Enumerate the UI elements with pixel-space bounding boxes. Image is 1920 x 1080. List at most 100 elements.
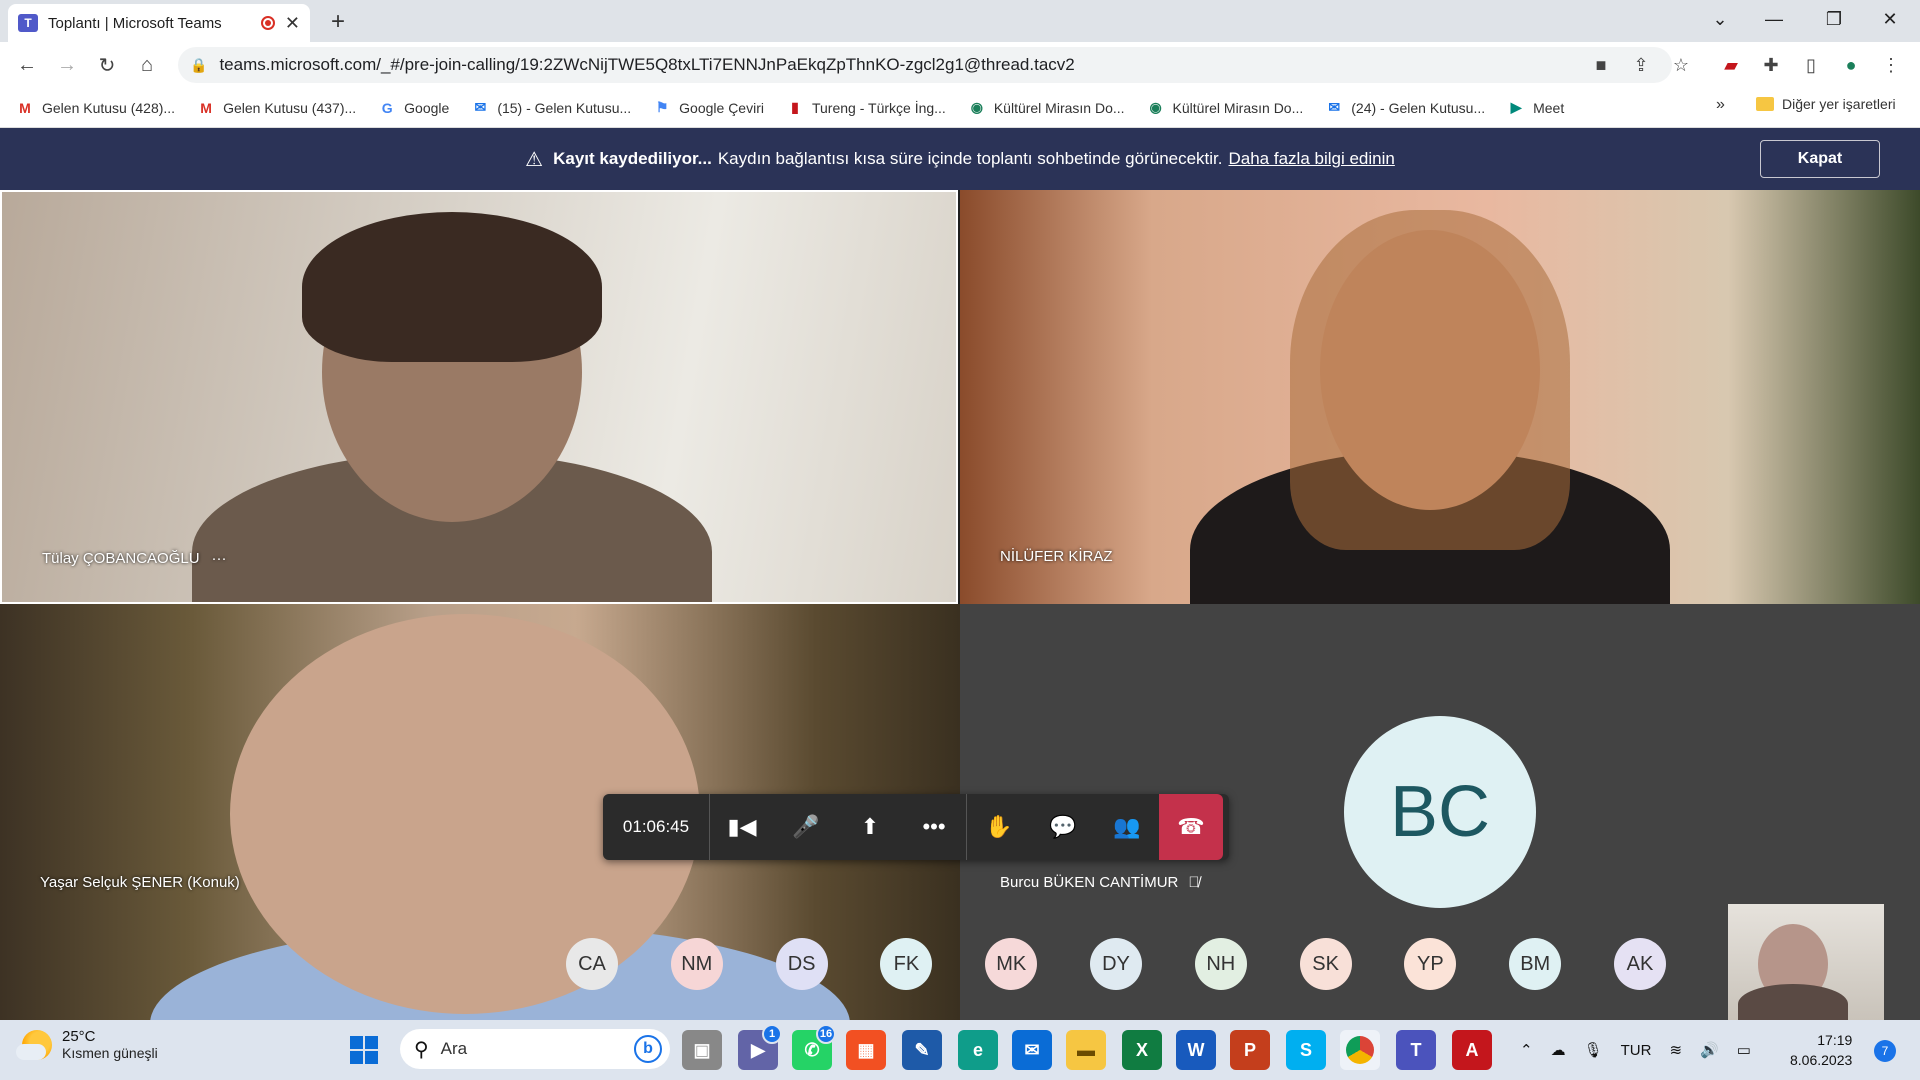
- profile-icon[interactable]: ●: [1836, 50, 1866, 80]
- share-screen-button[interactable]: ⬆: [838, 794, 902, 860]
- camera-button[interactable]: ▮◀: [710, 794, 774, 860]
- forward-icon[interactable]: →: [52, 50, 82, 80]
- tab-search-icon[interactable]: ⌄: [1692, 0, 1748, 38]
- powerpoint-icon[interactable]: P: [1230, 1030, 1270, 1070]
- acrobat-icon[interactable]: A: [1452, 1030, 1492, 1070]
- microsoft-store-icon[interactable]: ▦: [846, 1030, 886, 1070]
- back-icon[interactable]: ←: [12, 50, 42, 80]
- video-tile-nilufer[interactable]: NİLÜFER KİRAZ: [960, 190, 1920, 604]
- leave-call-button[interactable]: ☎: [1159, 794, 1223, 860]
- teams-icon[interactable]: T: [1396, 1030, 1436, 1070]
- clock[interactable]: 17:19 8.06.2023: [1790, 1030, 1852, 1070]
- participants-button[interactable]: 👥: [1095, 794, 1159, 860]
- teams-icon: T: [18, 14, 38, 32]
- participant-name: Burcu BÜKEN CANTİMUR: [1000, 874, 1179, 891]
- wifi-icon[interactable]: ≋: [1669, 1041, 1682, 1059]
- camera-icon[interactable]: ■: [1586, 50, 1616, 80]
- other-bookmarks-folder[interactable]: Diğer yer işaretleri: [1756, 96, 1896, 112]
- extensions-icon[interactable]: ✚: [1756, 50, 1786, 80]
- bookmark-item[interactable]: ✉ (15) - Gelen Kutusu...: [471, 99, 631, 116]
- task-view-icon[interactable]: ▣: [682, 1030, 722, 1070]
- menu-icon[interactable]: ⋮: [1876, 50, 1906, 80]
- bookmark-item[interactable]: M Gelen Kutusu (437)...: [197, 100, 356, 116]
- meeting-controls: 01:06:45 ▮◀ 🎤 ⬆ ••• ✋ 💬 👥 ☎: [603, 794, 1229, 860]
- acrobat-extension-icon[interactable]: ▰: [1716, 50, 1746, 80]
- url-text: teams.microsoft.com/_#/pre-join-calling/…: [219, 55, 1075, 74]
- participant-bubble[interactable]: SK: [1299, 938, 1352, 990]
- bookmark-item[interactable]: ◉ Kültürel Mirasın Do...: [1147, 99, 1303, 116]
- file-explorer-icon[interactable]: ▬: [1066, 1030, 1106, 1070]
- participant-bubble[interactable]: YP: [1404, 938, 1457, 990]
- minimize-button[interactable]: —: [1746, 0, 1802, 38]
- bookmark-label: Kültürel Mirasın Do...: [993, 99, 1125, 116]
- maximize-button[interactable]: ❐: [1806, 0, 1862, 38]
- participant-bubble[interactable]: AK: [1614, 938, 1666, 990]
- participant-bubble[interactable]: DY: [1090, 938, 1142, 990]
- close-tab-icon[interactable]: ✕: [285, 13, 300, 34]
- home-icon[interactable]: ⌂: [132, 50, 162, 80]
- close-banner-button[interactable]: Kapat: [1760, 140, 1880, 178]
- bookmark-item[interactable]: ⚑ Google Çeviri: [653, 99, 764, 116]
- gmail-icon: M: [200, 99, 212, 116]
- microphone-icon[interactable]: 🎙: [1584, 1041, 1603, 1059]
- excel-icon[interactable]: X: [1122, 1030, 1162, 1070]
- start-button[interactable]: [350, 1036, 378, 1064]
- more-icon: •••: [922, 814, 946, 839]
- participant-bubble[interactable]: BM: [1509, 938, 1562, 990]
- raise-hand-button[interactable]: ✋: [967, 794, 1031, 860]
- new-tab-button[interactable]: +: [322, 6, 354, 38]
- participant-bubble[interactable]: DS: [775, 938, 828, 990]
- speaker-icon[interactable]: 🔊: [1700, 1041, 1719, 1059]
- bookmark-item[interactable]: ▮ Tureng - Türkçe İng...: [786, 99, 946, 116]
- self-view[interactable]: [1728, 904, 1884, 1020]
- bookmark-label: (24) - Gelen Kutusu...: [1351, 99, 1486, 116]
- more-actions-button[interactable]: •••: [902, 794, 966, 860]
- word-icon[interactable]: W: [1176, 1030, 1216, 1070]
- bookmark-item[interactable]: ✉ (24) - Gelen Kutusu...: [1325, 99, 1486, 116]
- notification-badge[interactable]: 7: [1874, 1040, 1896, 1062]
- video-tile-tulay[interactable]: Tülay ÇOBANCAOĞLU ···: [0, 190, 958, 604]
- bookmark-label: Google: [404, 99, 450, 116]
- chrome-icon[interactable]: [1340, 1030, 1380, 1070]
- teams-chat-icon[interactable]: ▶ 1: [738, 1024, 782, 1070]
- more-options-icon[interactable]: ···: [212, 550, 227, 567]
- close-window-button[interactable]: ✕: [1862, 0, 1918, 38]
- side-panel-icon[interactable]: ▯: [1796, 50, 1826, 80]
- bookmark-item[interactable]: ◉ Kültürel Mirasın Do...: [968, 99, 1125, 116]
- participant-bubble[interactable]: NM: [670, 938, 723, 990]
- snipping-tool-icon[interactable]: ✎: [902, 1030, 942, 1070]
- bookmarks-more-button[interactable]: »: [1716, 96, 1725, 114]
- other-bookmarks-label: Diğer yer işaretleri: [1782, 96, 1896, 112]
- edge-icon[interactable]: e: [958, 1030, 998, 1070]
- bookmark-item[interactable]: ▶ Meet: [1507, 99, 1565, 116]
- browser-tab[interactable]: T Toplantı | Microsoft Teams ✕: [8, 4, 310, 42]
- bookmark-item[interactable]: M Gelen Kutusu (428)...: [16, 100, 175, 116]
- battery-icon[interactable]: ▭: [1737, 1041, 1751, 1059]
- mic-button[interactable]: 🎤: [774, 794, 838, 860]
- address-bar[interactable]: 🔒 teams.microsoft.com/_#/pre-join-callin…: [178, 47, 1672, 83]
- onedrive-icon[interactable]: ☁: [1551, 1041, 1566, 1059]
- translate-icon: ⚑: [655, 99, 669, 115]
- input-language[interactable]: TUR: [1621, 1042, 1652, 1059]
- weather-widget[interactable]: 25°C Kısmen güneşli: [16, 1028, 158, 1061]
- participant-bubble[interactable]: NH: [1194, 938, 1247, 990]
- bookmark-star-icon[interactable]: ☆: [1666, 50, 1696, 80]
- lock-icon: 🔒: [190, 56, 208, 73]
- tab-title: Toplantı | Microsoft Teams: [48, 14, 222, 32]
- whatsapp-icon[interactable]: ✆ 16: [792, 1024, 836, 1070]
- mail-icon[interactable]: ✉: [1012, 1030, 1052, 1070]
- warning-icon: ⚠: [525, 148, 544, 171]
- share-icon[interactable]: ⇪: [1626, 50, 1656, 80]
- reload-icon[interactable]: ↻: [92, 50, 122, 80]
- skype-icon[interactable]: S: [1286, 1030, 1326, 1070]
- participant-bubble[interactable]: FK: [880, 938, 933, 990]
- bookmark-label: Gelen Kutusu (437)...: [223, 99, 357, 116]
- participant-bubble[interactable]: MK: [985, 938, 1038, 990]
- chat-button[interactable]: 💬: [1031, 794, 1095, 860]
- participant-bubble[interactable]: CA: [566, 938, 618, 990]
- chevron-up-icon[interactable]: ⌃: [1520, 1041, 1533, 1059]
- bookmark-item[interactable]: G Google: [378, 99, 450, 116]
- taskbar-search[interactable]: ⚲ Ara b: [400, 1029, 670, 1069]
- learn-more-link[interactable]: Daha fazla bilgi edinin: [1229, 149, 1395, 169]
- temperature: 25°C: [62, 1028, 96, 1045]
